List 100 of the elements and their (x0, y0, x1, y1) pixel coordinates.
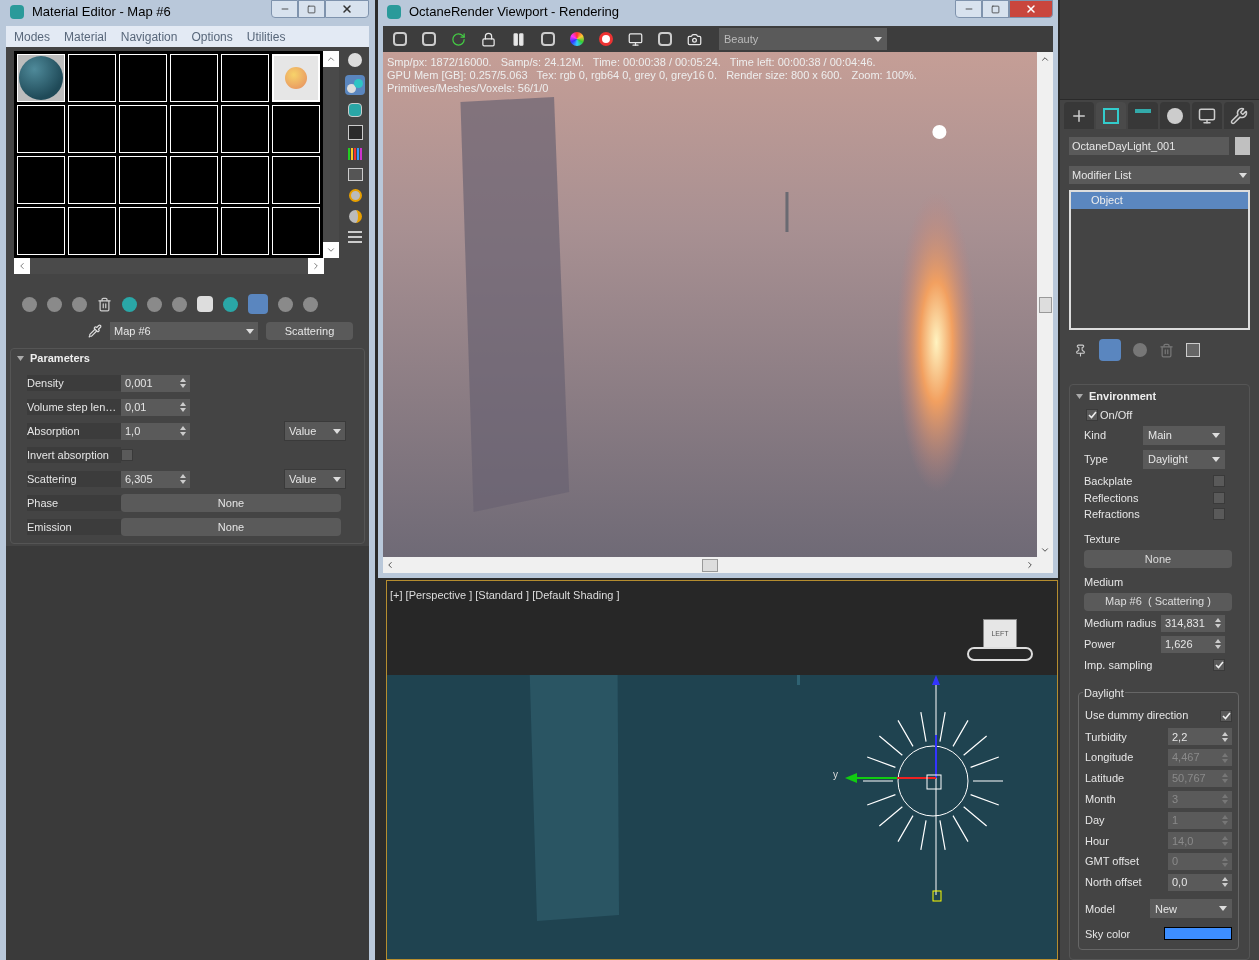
material-slot[interactable] (170, 54, 218, 102)
map-button[interactable]: None (121, 494, 341, 512)
material-slot[interactable] (119, 207, 167, 255)
type-dropdown[interactable]: Daylight (1143, 450, 1225, 469)
material-slot[interactable] (17, 207, 65, 255)
square-icon[interactable] (347, 125, 363, 140)
lock-icon[interactable] (481, 31, 496, 47)
model-dropdown[interactable]: New (1150, 899, 1232, 919)
scroll-right-icon[interactable] (1025, 560, 1035, 570)
eyedropper-icon[interactable] (88, 324, 102, 338)
refresh-icon[interactable] (451, 31, 466, 47)
spinner-field[interactable]: 1,0 (121, 422, 190, 440)
pause-icon[interactable] (511, 31, 526, 47)
material-slot[interactable] (68, 207, 116, 255)
checkbox[interactable] (1213, 491, 1225, 504)
pin-icon[interactable] (1074, 343, 1087, 357)
object-name-field[interactable]: OctaneDayLight_001 (1069, 137, 1229, 155)
material-slot[interactable] (68, 54, 116, 102)
panel-tab[interactable] (1192, 102, 1222, 129)
rollout-title[interactable]: Parameters (30, 349, 90, 367)
material-slot[interactable] (221, 156, 269, 204)
scroll-left-icon[interactable] (17, 261, 27, 271)
checkbox[interactable] (121, 449, 133, 461)
material-slot[interactable] (221, 207, 269, 255)
material-slot[interactable] (119, 156, 167, 204)
camera-icon[interactable] (687, 31, 702, 47)
horizontal-scrollbar[interactable] (14, 258, 324, 274)
kind-dropdown[interactable]: Main (1143, 426, 1225, 445)
collapse-arrow-icon[interactable] (1076, 393, 1083, 399)
menu-item[interactable]: Navigation (120, 27, 178, 46)
material-slot[interactable] (272, 105, 320, 153)
close-button[interactable] (325, 0, 369, 18)
spinner-field[interactable]: 314,831 (1161, 614, 1225, 632)
scroll-down-icon[interactable] (326, 245, 336, 255)
spinner-arrows-icon[interactable] (1222, 731, 1228, 742)
spinner-arrows-icon[interactable] (1215, 639, 1221, 649)
checkbox[interactable] (1213, 475, 1225, 488)
material-slot[interactable] (221, 54, 269, 102)
checkbox[interactable] (1213, 659, 1225, 671)
menu-item[interactable]: Utilities (246, 27, 286, 46)
menu-item[interactable]: Material (64, 27, 107, 46)
material-slot[interactable] (272, 156, 320, 204)
spinner-field[interactable]: 0,01 (121, 398, 190, 416)
spinner-field[interactable]: 1,626 (1161, 635, 1225, 653)
panel-tab[interactable] (1160, 102, 1190, 129)
scroll-up-icon[interactable] (1040, 54, 1050, 64)
spinner-field[interactable]: 2,2 (1168, 728, 1232, 746)
stack-item[interactable]: Object (1071, 192, 1248, 209)
target-icon[interactable] (599, 32, 613, 46)
spinner-field[interactable]: 0,001 (121, 374, 190, 392)
spinner-arrows-icon[interactable] (180, 426, 186, 436)
collapse-arrow-icon[interactable] (17, 355, 24, 361)
panel-tab[interactable] (1096, 102, 1126, 129)
spinner-arrows-icon[interactable] (180, 378, 186, 388)
sky-color-swatch[interactable] (1164, 927, 1232, 941)
render-pass-dropdown[interactable]: Beauty (719, 28, 887, 50)
color-bars-icon[interactable] (348, 148, 362, 160)
material-slot[interactable] (17, 105, 65, 153)
mode-dropdown[interactable]: Value (284, 469, 346, 489)
map-name-dropdown[interactable]: Map #6 (110, 322, 258, 340)
panel-tab[interactable] (1128, 102, 1158, 129)
object-color-swatch[interactable] (1234, 137, 1250, 155)
spinner-arrows-icon[interactable] (1215, 618, 1221, 628)
spinner-arrows-icon[interactable] (180, 402, 186, 412)
trash-icon[interactable] (97, 296, 112, 312)
material-slot[interactable] (119, 105, 167, 153)
color-wheel-icon[interactable] (570, 32, 584, 46)
material-slot[interactable] (170, 105, 218, 153)
modifier-list-dropdown[interactable]: Modifier List (1069, 166, 1250, 184)
vertical-scrollbar[interactable] (323, 51, 339, 258)
map-type-button[interactable]: Scattering (266, 322, 353, 340)
scroll-down-icon[interactable] (1040, 545, 1050, 555)
material-slot[interactable] (17, 156, 65, 204)
monitor-icon[interactable] (628, 31, 643, 47)
material-slot[interactable] (170, 207, 218, 255)
material-slot[interactable] (68, 156, 116, 204)
scroll-thumb[interactable] (1038, 296, 1052, 313)
checkbox[interactable] (1086, 409, 1098, 421)
material-slot[interactable] (221, 105, 269, 153)
panel-tab[interactable] (1064, 102, 1094, 129)
list-icon[interactable] (348, 231, 362, 243)
menu-item[interactable]: Options (191, 27, 233, 46)
rollout-title[interactable]: Environment (1089, 387, 1157, 405)
spinner-arrows-icon[interactable] (1222, 877, 1228, 888)
spinner-field[interactable]: 6,305 (121, 470, 190, 488)
configure-icon[interactable] (1186, 343, 1200, 357)
menu-item[interactable]: Modes (14, 27, 51, 46)
scroll-right-icon[interactable] (311, 261, 321, 271)
material-slot[interactable] (170, 156, 218, 204)
viewport-label[interactable]: [+] [Perspective ] [Standard ] [Default Shading ] (390, 587, 620, 604)
mode-dropdown[interactable]: Value (284, 421, 346, 441)
scroll-thumb[interactable] (702, 558, 718, 572)
scroll-up-icon[interactable] (326, 54, 336, 64)
checkbox[interactable] (1213, 508, 1225, 521)
medium-button[interactable]: Map #6 ( Scattering ) (1084, 592, 1232, 611)
material-slot[interactable] (272, 207, 320, 255)
scroll-left-icon[interactable] (385, 560, 395, 570)
checkbox[interactable] (1220, 709, 1232, 722)
spinner-field[interactable]: 0,0 (1168, 873, 1232, 891)
map-button[interactable]: None (121, 518, 341, 536)
